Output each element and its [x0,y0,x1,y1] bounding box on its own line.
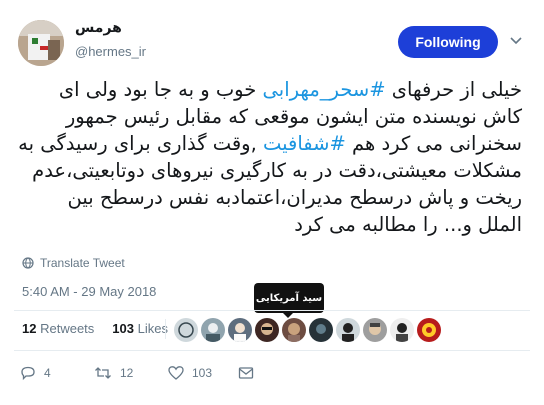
tweet-text-segment: کاش نویسنده متن ایشون موقعی که مقابل رئی… [65,105,522,128]
retweet-button[interactable]: 12 [94,365,133,381]
translate-tweet-link[interactable]: Translate Tweet [22,256,125,270]
liker-avatar[interactable] [228,318,252,342]
hashtag-link[interactable]: #سحر_مهرابی [263,78,386,101]
reply-count: 4 [44,366,51,380]
stats-divider [165,319,166,339]
tweet-text-segment: خوب و به جا بود ولی ای [58,78,263,101]
chevron-down-icon[interactable] [509,34,523,48]
tweet-text-line: سخنرانی می کرد هم #شفافیت ,وقت گذاری برا… [14,130,522,157]
liker-avatar[interactable] [363,318,387,342]
tweet-text-segment: خیلی از حرفهای [385,78,522,101]
divider [14,310,530,311]
tweet-text-line: الملل و... را مطالبه می کرد [14,211,522,238]
hashtag-link[interactable]: #شفافیت [263,132,346,155]
retweets-stat[interactable]: 12 Retweets [22,321,94,336]
direct-message-button[interactable] [238,365,254,381]
tweet-text-segment: ,وقت گذاری برای رسیدگی به [18,132,263,155]
globe-icon [22,257,34,269]
avatar[interactable] [18,20,64,66]
likes-stat[interactable]: 103 Likes [112,321,168,336]
tweet-text-line: ریخت و پاش درسطح مدیران،اعتمادبه نفس درس… [14,184,522,211]
user-handle[interactable]: @hermes_ir [75,44,146,59]
tweet-text-segment: مشکلات معیشتی،دقت در به کارگیری نیروهای … [32,159,522,182]
heart-icon [168,366,184,380]
liker-avatars [174,318,441,342]
tweet-text-line: خیلی از حرفهای #سحر_مهرابی خوب و به جا ب… [14,76,522,103]
envelope-icon [238,367,254,379]
tweet-text: خیلی از حرفهای #سحر_مهرابی خوب و به جا ب… [14,76,522,238]
following-button[interactable]: Following [398,26,498,58]
reply-icon [21,366,35,381]
reply-button[interactable]: 4 [20,365,51,381]
retweet-icon [95,367,111,379]
like-button[interactable]: 103 [168,365,212,381]
retweet-count: 12 [120,366,134,380]
liker-avatar[interactable] [390,318,414,342]
tweet-text-segment: ریخت و پاش درسطح مدیران،اعتمادبه نفس درس… [67,186,522,209]
liker-avatar[interactable] [282,318,306,342]
tweet-timestamp[interactable]: 5:40 AM - 29 May 2018 [22,284,156,299]
tweet-text-segment: سخنرانی می کرد هم [345,132,522,155]
tweet-text-line: کاش نویسنده متن ایشون موقعی که مقابل رئی… [14,103,522,130]
action-bar: 4 12 103 [20,365,280,385]
liker-avatar[interactable] [336,318,360,342]
liker-avatar[interactable] [174,318,198,342]
divider [14,350,530,351]
like-count: 103 [192,366,213,380]
tweet-card: هرمس @hermes_ir Following خیلی از حرفهای… [0,0,544,405]
liker-avatar[interactable] [309,318,333,342]
user-name[interactable]: هرمس [75,20,122,36]
tooltip: سید آمریکایی [254,283,324,313]
liker-avatar[interactable] [201,318,225,342]
liker-avatar[interactable] [417,318,441,342]
tweet-stats: 12 Retweets 103 Likes [22,321,168,336]
tweet-text-line: مشکلات معیشتی،دقت در به کارگیری نیروهای … [14,157,522,184]
translate-label: Translate Tweet [40,256,125,270]
tweet-text-segment: الملل و... را مطالبه می کرد [294,213,522,236]
liker-avatar[interactable] [255,318,279,342]
